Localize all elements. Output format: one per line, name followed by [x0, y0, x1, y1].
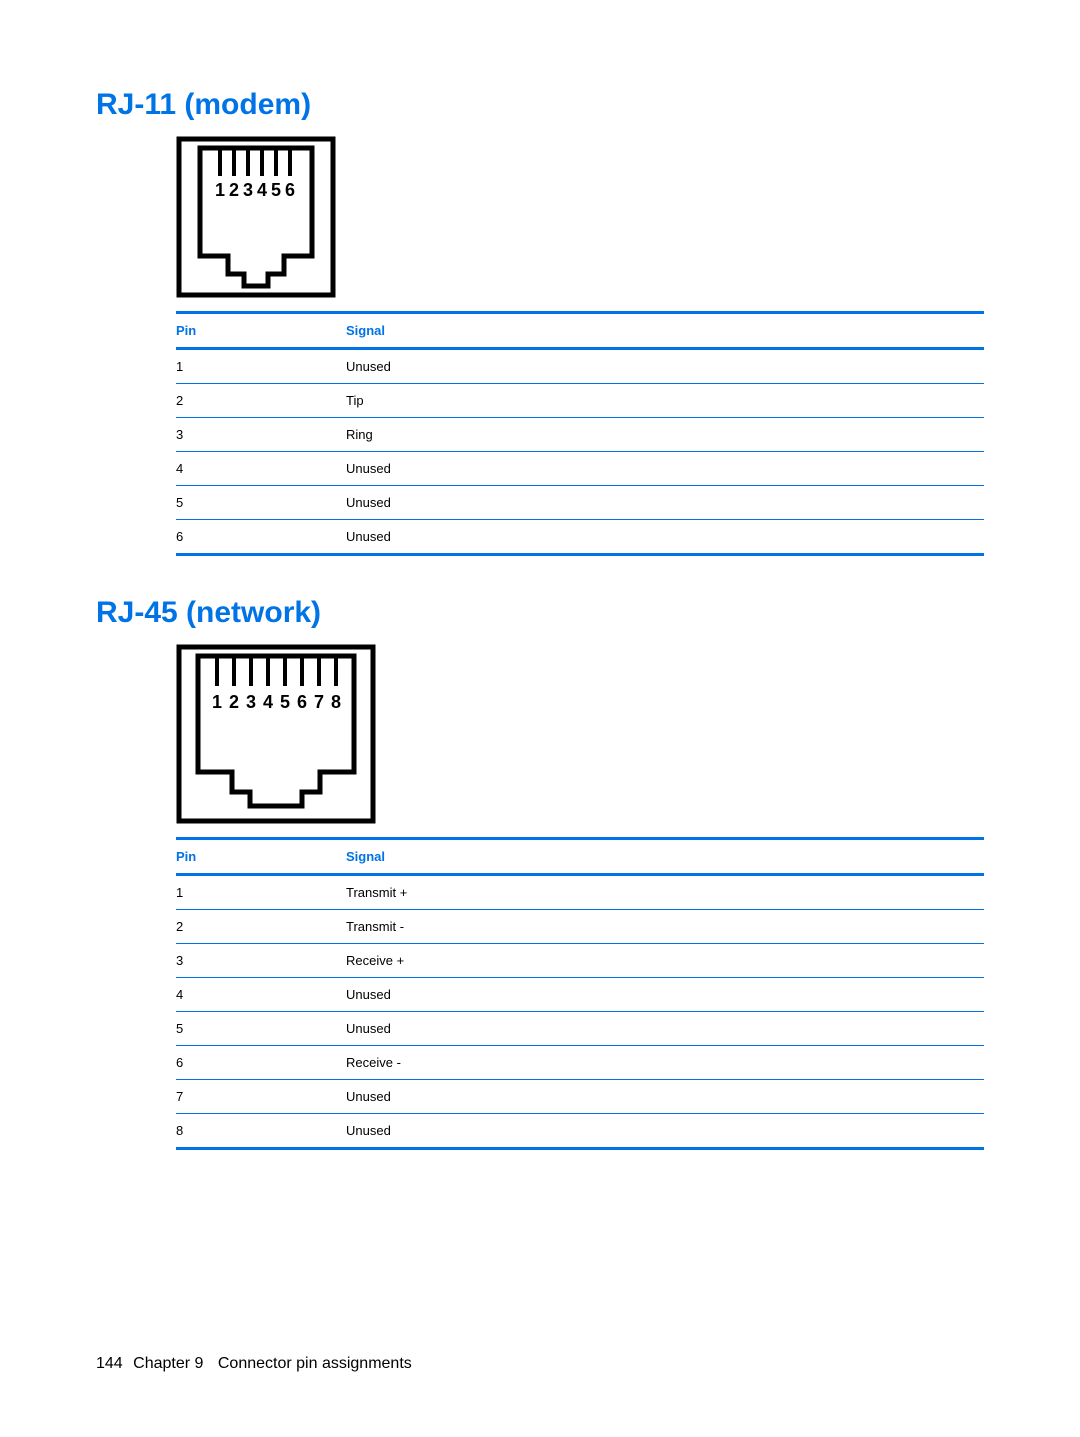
table-row: 7Unused — [176, 1080, 984, 1114]
pin-label: 3 — [246, 692, 256, 712]
cell-signal: Unused — [346, 349, 984, 384]
cell-signal: Transmit + — [346, 875, 984, 910]
pin-label: 8 — [331, 692, 341, 712]
pin-label: 6 — [297, 692, 307, 712]
page-number: 144 — [96, 1355, 123, 1372]
pin-label: 4 — [257, 180, 267, 200]
table-row: 6Unused — [176, 520, 984, 555]
table-row: 2Tip — [176, 384, 984, 418]
chapter-label: Chapter 9 — [133, 1355, 203, 1372]
cell-pin: 6 — [176, 1046, 346, 1080]
table-row: 6Receive - — [176, 1046, 984, 1080]
cell-pin: 6 — [176, 520, 346, 555]
cell-pin: 5 — [176, 486, 346, 520]
cell-pin: 1 — [176, 349, 346, 384]
pin-label: 1 — [215, 180, 225, 200]
cell-signal: Unused — [346, 978, 984, 1012]
col-header-pin: Pin — [176, 839, 346, 875]
rj11-pin-table: Pin Signal 1Unused 2Tip 3Ring 4Unused 5U… — [176, 311, 984, 556]
table-row: 2Transmit - — [176, 910, 984, 944]
table-header-row: Pin Signal — [176, 839, 984, 875]
section-heading: RJ-45 (network) — [96, 596, 984, 630]
col-header-signal: Signal — [346, 839, 984, 875]
cell-signal: Unused — [346, 1080, 984, 1114]
table-row: 5Unused — [176, 1012, 984, 1046]
cell-signal: Unused — [346, 452, 984, 486]
cell-signal: Unused — [346, 1012, 984, 1046]
cell-signal: Receive - — [346, 1046, 984, 1080]
table-row: 3Ring — [176, 418, 984, 452]
section-rj11: RJ-11 (modem) 1 2 3 4 5 6 — [96, 88, 984, 556]
cell-signal: Tip — [346, 384, 984, 418]
cell-pin: 8 — [176, 1114, 346, 1149]
cell-signal: Ring — [346, 418, 984, 452]
cell-pin: 7 — [176, 1080, 346, 1114]
cell-signal: Transmit - — [346, 910, 984, 944]
pin-label: 2 — [229, 692, 239, 712]
rj45-svg: 1 2 3 4 5 6 7 8 — [176, 644, 376, 824]
pin-label: 7 — [314, 692, 324, 712]
col-header-signal: Signal — [346, 313, 984, 349]
cell-pin: 4 — [176, 452, 346, 486]
rj11-svg: 1 2 3 4 5 6 — [176, 136, 336, 298]
table-row: 1Transmit + — [176, 875, 984, 910]
cell-pin: 2 — [176, 910, 346, 944]
pin-label: 5 — [271, 180, 281, 200]
pin-label: 3 — [243, 180, 253, 200]
cell-pin: 3 — [176, 944, 346, 978]
pin-label: 6 — [285, 180, 295, 200]
cell-signal: Unused — [346, 486, 984, 520]
table-row: 8Unused — [176, 1114, 984, 1149]
cell-pin: 4 — [176, 978, 346, 1012]
table-row: 1Unused — [176, 349, 984, 384]
cell-signal: Unused — [346, 1114, 984, 1149]
page-footer: 144 Chapter 9 Connector pin assignments — [96, 1355, 412, 1373]
col-header-pin: Pin — [176, 313, 346, 349]
rj45-connector-diagram: 1 2 3 4 5 6 7 8 — [176, 644, 984, 829]
table-header-row: Pin Signal — [176, 313, 984, 349]
pin-label: 2 — [229, 180, 239, 200]
chapter-title: Connector pin assignments — [218, 1355, 412, 1372]
pin-label: 5 — [280, 692, 290, 712]
cell-pin: 5 — [176, 1012, 346, 1046]
table-row: 3Receive + — [176, 944, 984, 978]
pin-label: 4 — [263, 692, 273, 712]
table-row: 5Unused — [176, 486, 984, 520]
rj11-connector-diagram: 1 2 3 4 5 6 — [176, 136, 984, 303]
section-rj45: RJ-45 (network) 1 2 3 4 5 — [96, 596, 984, 1150]
cell-pin: 2 — [176, 384, 346, 418]
table-row: 4Unused — [176, 978, 984, 1012]
rj45-pin-table: Pin Signal 1Transmit + 2Transmit - 3Rece… — [176, 837, 984, 1150]
section-heading: RJ-11 (modem) — [96, 88, 984, 122]
cell-signal: Unused — [346, 520, 984, 555]
cell-pin: 3 — [176, 418, 346, 452]
table-row: 4Unused — [176, 452, 984, 486]
pin-label: 1 — [212, 692, 222, 712]
cell-pin: 1 — [176, 875, 346, 910]
cell-signal: Receive + — [346, 944, 984, 978]
